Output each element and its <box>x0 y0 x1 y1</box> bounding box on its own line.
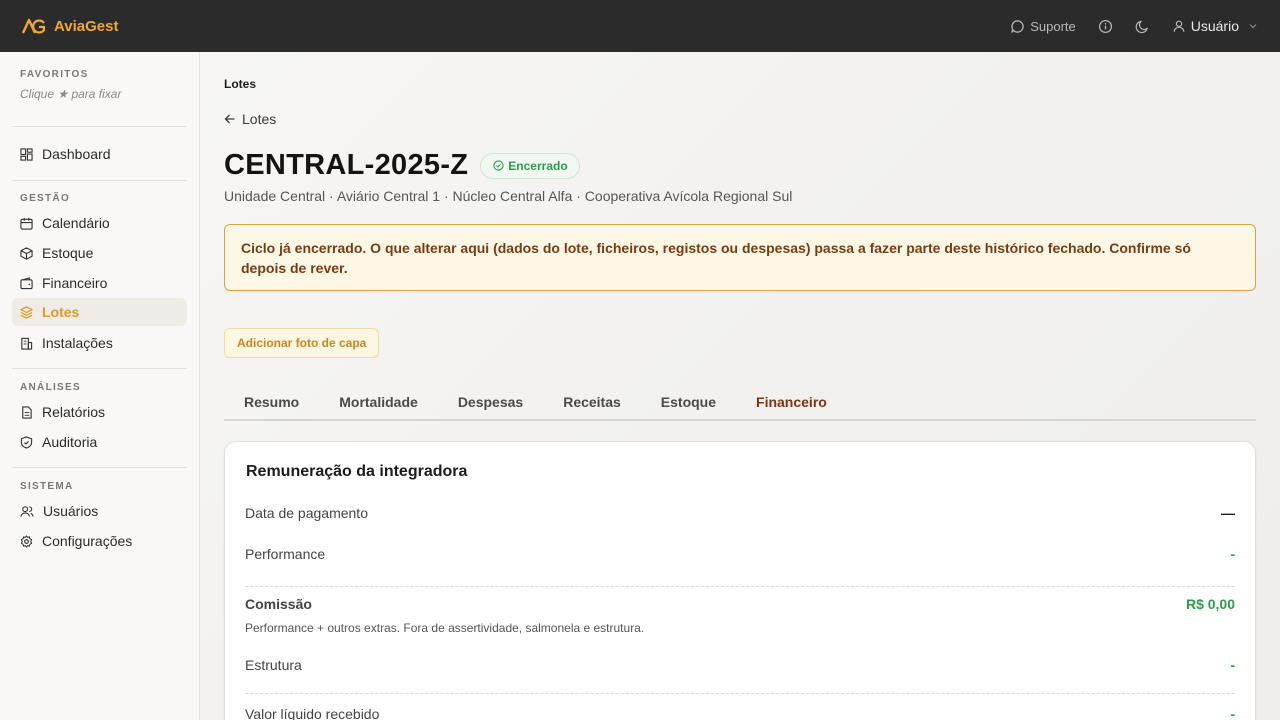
user-label: Usuário <box>1190 18 1239 34</box>
divider <box>12 180 187 181</box>
remuneration-card: Remuneração da integradora Data de pagam… <box>224 441 1256 720</box>
sidebar-item-label: Calendário <box>42 215 110 231</box>
users-icon <box>20 505 34 517</box>
row-label: Estrutura <box>245 657 302 673</box>
tab-resumo[interactable]: Resumo <box>224 384 319 419</box>
divider <box>12 126 187 127</box>
divider <box>12 467 187 468</box>
page-subtitle: Unidade Central · Aviário Central 1 · Nú… <box>224 188 793 204</box>
info-button[interactable] <box>1098 19 1113 34</box>
main-content: Lotes Lotes CENTRAL-2025-Z Encerrado Uni… <box>200 52 1280 720</box>
user-menu[interactable]: Usuário <box>1172 18 1258 34</box>
row-divider <box>245 586 1235 587</box>
tab-receitas[interactable]: Receitas <box>543 384 641 419</box>
sidebar-item-label: Usuários <box>43 503 99 519</box>
info-icon <box>1098 19 1112 33</box>
theme-toggle[interactable] <box>1135 19 1150 34</box>
arrow-left-icon <box>224 114 235 124</box>
sidebar-item-financeiro[interactable]: Financeiro <box>12 269 187 297</box>
report-icon <box>22 405 32 419</box>
dashboard-icon <box>20 147 33 161</box>
brand[interactable]: AviaGest <box>22 17 118 35</box>
gear-icon <box>20 534 33 548</box>
row-label: Performance <box>245 546 326 562</box>
sidebar-item-label: Configurações <box>42 533 133 549</box>
support-label: Suporte <box>1030 18 1076 34</box>
sidebar-item-label: Estoque <box>42 245 94 261</box>
sidebar-item-estoque[interactable]: Estoque <box>12 239 187 267</box>
package-icon <box>20 246 33 260</box>
divider <box>12 368 187 369</box>
sidebar-item-label: Instalações <box>42 335 113 351</box>
sidebar-item-label: Lotes <box>42 304 80 320</box>
row-value: - <box>1230 546 1235 562</box>
sidebar-item-configuracoes[interactable]: Configurações <box>12 527 187 555</box>
shield-check-icon <box>20 435 33 449</box>
sidebar-item-label: Dashboard <box>42 146 111 162</box>
closed-cycle-alert: Ciclo já encerrado. O que alterar aqui (… <box>224 224 1256 291</box>
favorites-title: FAVORITOS <box>20 69 89 80</box>
app-name: AviaGest <box>54 17 119 35</box>
tab-bar: Resumo Mortalidade Despesas Receitas Est… <box>224 384 1256 421</box>
sidebar-item-dashboard[interactable]: Dashboard <box>12 140 187 168</box>
sidebar: FAVORITOS Clique ★ para fixar Dashboard … <box>0 52 200 720</box>
support-button[interactable]: Suporte <box>1010 19 1076 34</box>
layers-icon <box>20 305 33 319</box>
sistema-title: SISTEMA <box>20 481 74 492</box>
top-bar: AviaGest Suporte Usuário <box>0 0 1280 52</box>
sidebar-item-instalacoes[interactable]: Instalações <box>12 329 187 357</box>
row-estrutura: Estrutura - <box>245 657 1235 673</box>
tab-mortalidade[interactable]: Mortalidade <box>319 384 438 419</box>
sidebar-item-usuarios[interactable]: Usuários <box>12 497 187 525</box>
status-label: Encerrado <box>508 158 568 173</box>
tab-despesas[interactable]: Despesas <box>438 384 543 419</box>
sidebar-item-label: Financeiro <box>42 275 108 291</box>
user-icon <box>1173 20 1185 32</box>
calendar-icon <box>20 217 33 230</box>
sidebar-item-calendario[interactable]: Calendário <box>12 209 187 237</box>
status-badge: Encerrado <box>480 152 580 179</box>
sidebar-item-lotes[interactable]: Lotes <box>12 298 187 326</box>
row-value: R$ 0,00 <box>1185 596 1235 612</box>
favorites-hint: Clique ★ para fixar <box>20 87 122 101</box>
wallet-icon <box>20 276 33 289</box>
chevron-down-icon <box>1249 24 1257 29</box>
chat-icon <box>1011 19 1024 33</box>
sidebar-item-relatorios[interactable]: Relatórios <box>12 398 187 426</box>
row-valor-liquido: Valor líquido recebido - <box>245 706 1235 720</box>
row-performance: Performance - <box>245 546 1235 562</box>
check-circle-icon <box>493 160 504 171</box>
analises-title: ANÁLISES <box>20 382 81 393</box>
add-cover-photo-button[interactable]: Adicionar foto de capa <box>224 328 380 358</box>
tab-financeiro[interactable]: Financeiro <box>736 384 847 419</box>
row-label: Comissão <box>245 596 312 612</box>
row-value: - <box>1230 706 1235 720</box>
card-title: Remuneração da integradora <box>246 463 468 480</box>
back-label: Lotes <box>242 111 277 127</box>
comissao-note: Performance + outros extras. Fora de ass… <box>245 621 645 635</box>
row-label: Valor líquido recebido <box>245 706 380 720</box>
gestao-title: GESTÃO <box>20 193 71 204</box>
sidebar-item-label: Relatórios <box>42 404 106 420</box>
page-title: CENTRAL-2025-Z <box>224 149 469 181</box>
sidebar-item-auditoria[interactable]: Auditoria <box>12 428 187 456</box>
row-value: — <box>1221 505 1235 521</box>
tab-estoque[interactable]: Estoque <box>641 384 736 419</box>
breadcrumb[interactable]: Lotes <box>224 77 256 91</box>
row-value: - <box>1230 657 1235 673</box>
row-comissao: Comissão R$ 0,00 <box>245 596 1235 612</box>
back-link[interactable]: Lotes <box>224 111 276 127</box>
moon-icon <box>1135 20 1148 33</box>
title-row: CENTRAL-2025-Z Encerrado <box>224 149 580 182</box>
row-data-pagamento: Data de pagamento — <box>245 505 1235 521</box>
sidebar-item-label: Auditoria <box>42 434 98 450</box>
row-divider <box>245 693 1235 694</box>
logo-icon <box>22 18 46 34</box>
row-label: Data de pagamento <box>245 505 368 521</box>
building-icon <box>21 337 33 350</box>
